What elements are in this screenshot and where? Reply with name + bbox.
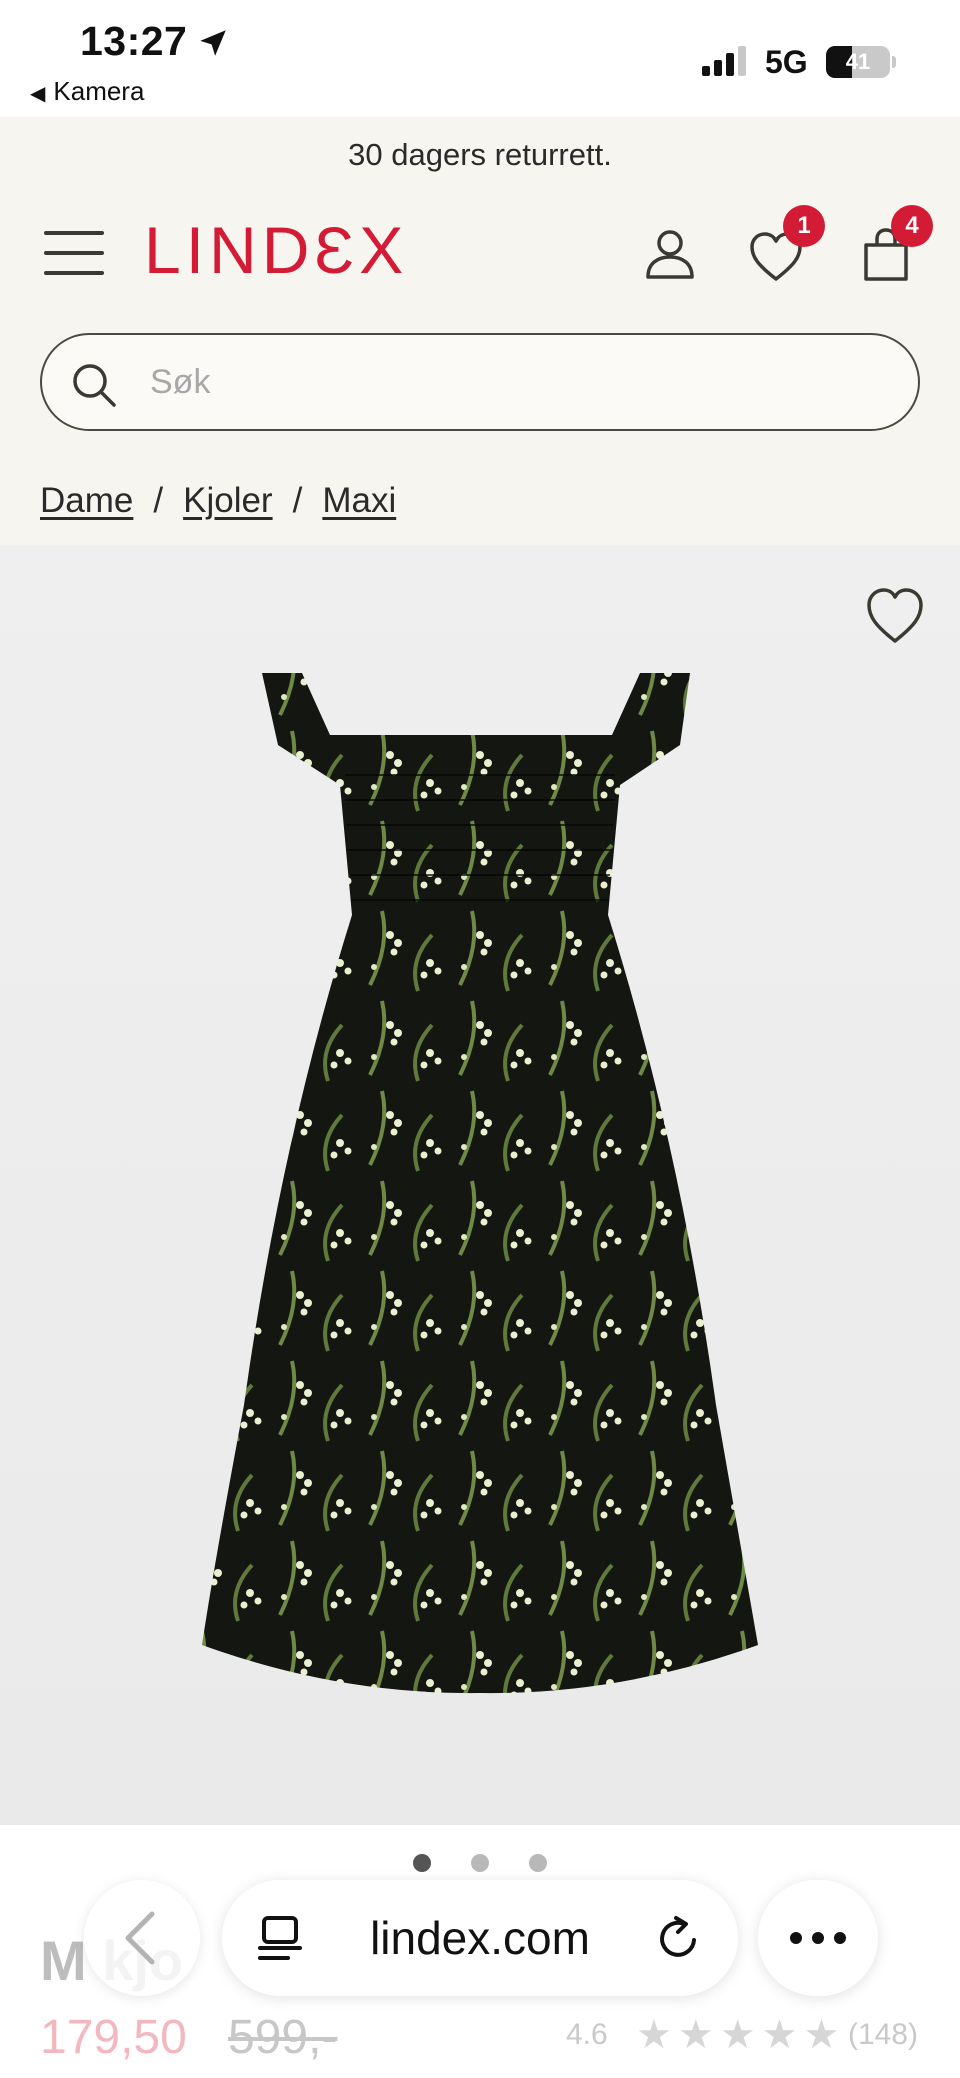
battery-level: 41 bbox=[845, 49, 871, 74]
breadcrumb-separator: / bbox=[153, 481, 164, 520]
breadcrumb-separator: / bbox=[292, 481, 303, 520]
more-options-button[interactable] bbox=[758, 1880, 878, 1996]
site-header: 30 dagers returrett. LINDƐX 1 4 Dame / Kjo… bbox=[0, 117, 960, 545]
chevron-left-icon bbox=[125, 1911, 155, 1965]
gallery-dot[interactable] bbox=[413, 1854, 431, 1872]
sale-price: 179,50 bbox=[40, 2011, 187, 2064]
cellular-signal-icon bbox=[702, 46, 746, 76]
wishlist-count-badge: 1 bbox=[783, 205, 825, 247]
address-bar[interactable]: lindex.com bbox=[222, 1880, 738, 1996]
review-count[interactable]: (148) bbox=[848, 2018, 918, 2052]
promo-banner: 30 dagers returrett. bbox=[348, 137, 612, 172]
location-arrow-icon bbox=[200, 30, 226, 56]
breadcrumb-maxi[interactable]: Maxi bbox=[322, 481, 396, 520]
gallery-pagination bbox=[0, 1854, 960, 1877]
search-input[interactable] bbox=[150, 335, 890, 429]
breadcrumb-dame[interactable]: Dame bbox=[40, 481, 133, 520]
dress-image bbox=[202, 673, 758, 1694]
gallery-dot[interactable] bbox=[529, 1854, 547, 1872]
rating-stars-icon[interactable]: ★★★★★ bbox=[636, 2012, 845, 2058]
product-image-gallery[interactable] bbox=[0, 545, 960, 1825]
status-bar: 13:27 ◀ Kamera 5G 41 bbox=[0, 0, 960, 117]
search-icon bbox=[73, 364, 116, 407]
network-type: 5G bbox=[765, 44, 808, 80]
back-to-app-link[interactable]: ◀ Kamera bbox=[30, 76, 144, 107]
reload-icon[interactable] bbox=[654, 1914, 702, 1962]
back-app-label: Kamera bbox=[53, 76, 145, 106]
battery-icon: 41 bbox=[826, 46, 896, 78]
search-bar[interactable] bbox=[40, 333, 920, 431]
lindex-logo[interactable]: LINDƐX bbox=[144, 217, 408, 283]
breadcrumb: Dame / Kjoler / Maxi bbox=[40, 481, 396, 521]
add-to-wishlist-icon[interactable] bbox=[864, 585, 926, 647]
browser-back-button[interactable] bbox=[84, 1880, 200, 1996]
cart-count-badge: 4 bbox=[891, 205, 933, 247]
breadcrumb-kjoler[interactable]: Kjoler bbox=[183, 481, 272, 520]
back-triangle-icon: ◀ bbox=[30, 83, 46, 105]
status-time: 13:27 bbox=[80, 18, 188, 64]
hamburger-menu-icon[interactable] bbox=[44, 231, 104, 275]
account-icon[interactable] bbox=[642, 225, 698, 281]
original-price: 599,- bbox=[228, 2011, 338, 2064]
gallery-dot[interactable] bbox=[471, 1854, 489, 1872]
rating-value: 4.6 bbox=[566, 2018, 608, 2051]
